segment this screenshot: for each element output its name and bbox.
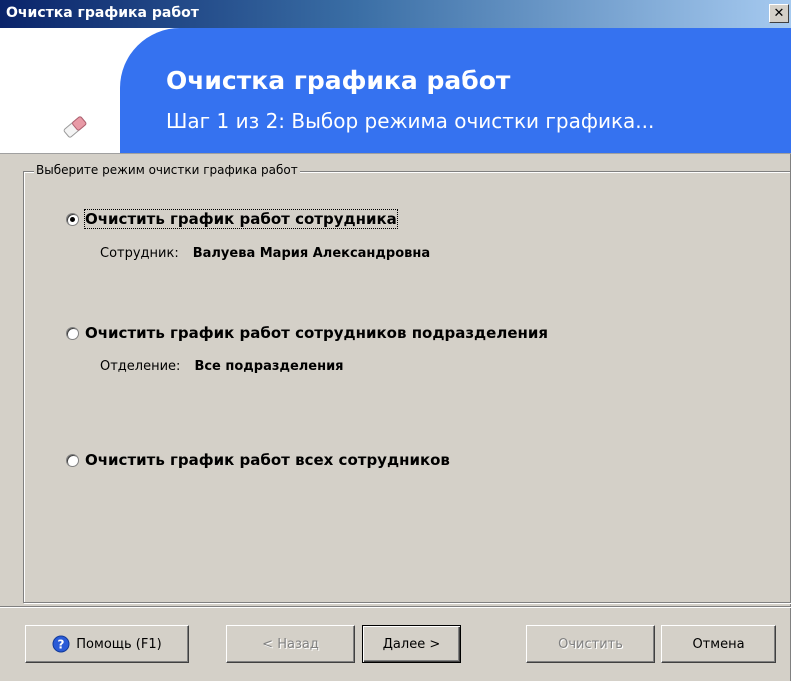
cancel-button[interactable]: Отмена (661, 625, 776, 663)
department-detail-label: Отделение: (100, 359, 181, 374)
mode-groupbox (23, 171, 791, 603)
employee-detail-value: Валуева Мария Александровна (192, 246, 431, 261)
option-all-label[interactable]: Очистить график работ всех сотрудников (85, 451, 450, 469)
option-department[interactable]: Очистить график работ сотрудников подраз… (66, 324, 548, 342)
department-detail: Отделение: Все подразделения (100, 359, 344, 374)
option-employee[interactable]: Очистить график работ сотрудника (66, 209, 398, 229)
clear-button-label: Очистить (558, 636, 623, 652)
radio-all[interactable] (66, 453, 79, 467)
next-button[interactable]: Далее > (362, 625, 461, 663)
help-icon: ? (52, 635, 70, 653)
cancel-button-label: Отмена (692, 636, 745, 652)
footer-divider (0, 606, 791, 608)
help-button-label: Помощь (F1) (76, 636, 162, 652)
clear-button[interactable]: Очистить (526, 625, 655, 663)
close-button[interactable]: ✕ (769, 4, 789, 23)
header-subtitle: Шаг 1 из 2: Выбор режима очистки графика… (166, 109, 655, 133)
back-button-label: < Назад (262, 636, 319, 652)
option-department-label[interactable]: Очистить график работ сотрудников подраз… (85, 324, 548, 342)
close-icon: ✕ (773, 6, 785, 21)
option-all[interactable]: Очистить график работ всех сотрудников (66, 451, 450, 469)
radio-department[interactable] (66, 326, 79, 340)
radio-employee[interactable] (66, 212, 79, 226)
title-bar[interactable]: Очистка графика работ ✕ (0, 0, 791, 28)
option-employee-label[interactable]: Очистить график работ сотрудника (84, 209, 398, 229)
eraser-icon (63, 116, 87, 138)
back-button[interactable]: < Назад (226, 625, 355, 663)
wizard-header: Очистка графика работ Шаг 1 из 2: Выбор … (0, 28, 791, 154)
wizard-window: Очистка графика работ ✕ Очистка графика … (0, 0, 791, 681)
help-button[interactable]: ? Помощь (F1) (25, 625, 189, 663)
window-title: Очистка графика работ (6, 5, 199, 21)
department-detail-value: Все подразделения (194, 359, 344, 374)
employee-detail: Сотрудник: Валуева Мария Александровна (100, 246, 430, 261)
groupbox-legend: Выберите режим очистки графика работ (34, 163, 300, 177)
svg-text:?: ? (58, 638, 65, 652)
next-button-label: Далее > (382, 636, 441, 652)
employee-detail-label: Сотрудник: (100, 246, 179, 261)
header-title: Очистка графика работ (166, 66, 511, 95)
